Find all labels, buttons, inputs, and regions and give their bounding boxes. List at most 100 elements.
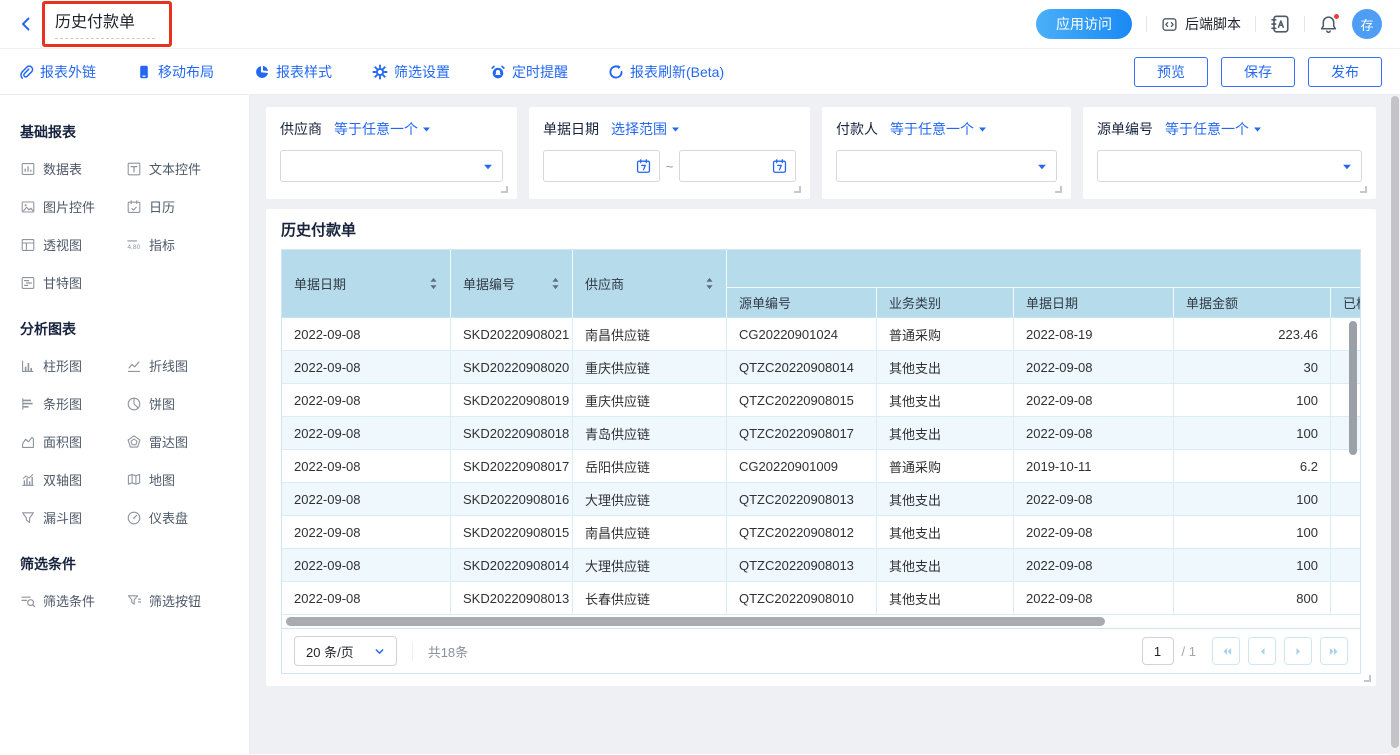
table-row[interactable]: 2022-09-08SKD20220908017岳阳供应链CG202209010… — [282, 450, 1360, 483]
table-row[interactable]: 2022-09-08SKD20220908014大理供应链QTZC2022090… — [282, 549, 1360, 582]
filter-condition-selector[interactable]: 选择范围 — [611, 119, 680, 139]
bar-chart-icon — [20, 396, 36, 412]
table-row[interactable]: 2022-09-08SKD20220908018青岛供应链QTZC2022090… — [282, 417, 1360, 450]
resize-handle[interactable] — [1360, 186, 1367, 193]
sidebar-item-bar-chart[interactable]: 条形图 — [20, 394, 126, 413]
table-row[interactable]: 2022-09-08SKD20220908016大理供应链QTZC2022090… — [282, 483, 1360, 516]
pager-next-button[interactable] — [1284, 637, 1312, 665]
image-widget-icon — [20, 199, 36, 215]
sidebar-item-pie-chart[interactable]: 饼图 — [126, 394, 231, 413]
table-cell: 2022-09-08 — [282, 483, 451, 516]
backend-script-button[interactable]: 后端脚本 — [1161, 14, 1241, 34]
sidebar-item-dual-axis-chart[interactable]: 双轴图 — [20, 470, 126, 489]
sidebar-item-line-chart[interactable]: 折线图 — [126, 356, 231, 375]
table-cell — [1331, 483, 1360, 516]
column-header[interactable]: 单据日期 — [282, 250, 451, 318]
table-horizontal-scrollbar[interactable] — [282, 615, 1360, 628]
caret-down-icon — [671, 125, 680, 134]
save-button[interactable]: 保存 — [1221, 57, 1295, 87]
column-subheader[interactable]: 单据日期 — [1014, 288, 1174, 318]
page-size-select[interactable]: 20 条/页 — [294, 636, 397, 666]
sidebar-item-funnel-chart[interactable]: 漏斗图 — [20, 508, 126, 527]
pager-prev-button[interactable] — [1248, 637, 1276, 665]
sidebar-item-filter-condition[interactable]: 筛选条件 — [20, 591, 126, 610]
pager-last-button[interactable] — [1320, 637, 1348, 665]
report-table-widget[interactable]: 历史付款单 单据日期单据编号供应商 源单编号业务类别单据日期单据金额已核销金额 … — [266, 209, 1376, 686]
sidebar-item-radar-chart[interactable]: 雷达图 — [126, 432, 231, 451]
page-scrollbar-thumb[interactable] — [1391, 96, 1399, 748]
data-table-icon — [20, 161, 36, 177]
column-subheader[interactable]: 已核销金额 — [1331, 288, 1360, 318]
sidebar-item-filter-button[interactable]: 筛选按钮 — [126, 591, 231, 610]
toolbar-action-buttons: 预览保存发布 — [1134, 57, 1382, 87]
publish-button[interactable]: 发布 — [1308, 57, 1382, 87]
line-chart-icon — [126, 358, 142, 374]
sidebar-item-column-chart[interactable]: 柱形图 — [20, 356, 126, 375]
sidebar-item-area-chart[interactable]: 面积图 — [20, 432, 126, 451]
filter-widget-payer[interactable]: 付款人等于任意一个 — [822, 107, 1071, 199]
table-row[interactable]: 2022-09-08SKD20220908015南昌供应链QTZC2022090… — [282, 516, 1360, 549]
table-vertical-scrollbar[interactable] — [1349, 321, 1357, 455]
sidebar-item-gantt[interactable]: 甘特图 — [20, 273, 126, 292]
filter-widget-source-no[interactable]: 源单编号等于任意一个 — [1083, 107, 1376, 199]
sidebar-item-gauge[interactable]: 仪表盘 — [126, 508, 231, 527]
toolbar-item-filter-settings[interactable]: 筛选设置 — [372, 62, 450, 82]
page-number-input[interactable] — [1142, 637, 1174, 665]
report-title-input[interactable]: 历史付款单 — [55, 8, 155, 39]
report-canvas: 供应商等于任意一个单据日期选择范围~付款人等于任意一个源单编号等于任意一个 历史… — [250, 95, 1400, 754]
code-icon — [1161, 16, 1178, 33]
table-cell: 其他支出 — [877, 516, 1014, 549]
user-avatar[interactable]: 存 — [1352, 9, 1382, 39]
table-cell: 重庆供应链 — [573, 351, 727, 384]
column-subheader[interactable]: 单据金额 — [1174, 288, 1331, 318]
sidebar-item-indicator[interactable]: 4,80指标 — [126, 235, 231, 254]
filter-widget-doc-date[interactable]: 单据日期选择范围~ — [529, 107, 810, 199]
filter-widget-supplier[interactable]: 供应商等于任意一个 — [266, 107, 517, 199]
filter-condition-selector[interactable]: 等于任意一个 — [334, 119, 431, 139]
column-subheader[interactable]: 源单编号 — [727, 288, 877, 318]
filter-select-input[interactable] — [1097, 150, 1362, 182]
contacts-icon[interactable] — [1270, 14, 1290, 34]
table-row[interactable]: 2022-09-08SKD20220908019重庆供应链QTZC2022090… — [282, 384, 1360, 417]
resize-handle[interactable] — [1055, 186, 1062, 193]
column-header[interactable]: 单据编号 — [451, 250, 573, 318]
sidebar-item-map[interactable]: 地图 — [126, 470, 231, 489]
filter-select-input[interactable] — [280, 150, 503, 182]
page-size-value: 20 条/页 — [306, 642, 354, 661]
sidebar-item-label: 筛选条件 — [43, 591, 95, 610]
app-access-button[interactable]: 应用访问 — [1036, 9, 1132, 39]
sidebar-item-pivot-table[interactable]: 透视图 — [20, 235, 126, 254]
resize-handle[interactable] — [1364, 675, 1371, 682]
resize-handle[interactable] — [501, 186, 508, 193]
sidebar-item-calendar[interactable]: 日历 — [126, 197, 231, 216]
pager-first-button[interactable] — [1212, 637, 1240, 665]
toolbar-item-report-refresh[interactable]: 报表刷新(Beta) — [608, 62, 724, 82]
column-header[interactable]: 供应商 — [573, 250, 727, 318]
resize-handle[interactable] — [794, 186, 801, 193]
toolbar-item-label: 报表样式 — [276, 62, 332, 82]
table-row[interactable]: 2022-09-08SKD20220908013长春供应链QTZC2022090… — [282, 582, 1360, 615]
preview-button[interactable]: 预览 — [1134, 57, 1208, 87]
filter-condition-selector[interactable]: 等于任意一个 — [1165, 119, 1262, 139]
toolbar-item-mobile-layout[interactable]: 移动布局 — [136, 62, 214, 82]
caret-down-icon — [422, 125, 431, 134]
toolbar-item-report-style[interactable]: 报表样式 — [254, 62, 332, 82]
date-range-end-input[interactable] — [679, 150, 796, 182]
column-subheader[interactable]: 业务类别 — [877, 288, 1014, 318]
sidebar-item-text-widget[interactable]: 文本控件 — [126, 159, 231, 178]
filter-select-input[interactable] — [836, 150, 1057, 182]
table-row[interactable]: 2022-09-08SKD20220908021南昌供应链CG202209010… — [282, 318, 1360, 351]
notifications-button[interactable] — [1319, 15, 1338, 34]
filter-condition-selector[interactable]: 等于任意一个 — [890, 119, 987, 139]
date-range-start-input[interactable] — [543, 150, 660, 182]
back-icon[interactable] — [18, 16, 34, 32]
horizontal-scrollbar-thumb[interactable] — [286, 617, 1105, 626]
sidebar-section-title: 分析图表 — [20, 319, 231, 339]
table-row[interactable]: 2022-09-08SKD20220908020重庆供应链QTZC2022090… — [282, 351, 1360, 384]
toolbar-item-timed-reminder[interactable]: 定时提醒 — [490, 62, 568, 82]
page-scrollbar[interactable] — [1390, 96, 1400, 755]
sidebar-item-data-table[interactable]: 数据表 — [20, 159, 126, 178]
toolbar-item-report-link[interactable]: 报表外链 — [18, 62, 96, 82]
report-toolbar: 报表外链 移动布局 报表样式 筛选设置 定时提醒 报表刷新(Beta) 预览保存发布 — [0, 48, 1400, 95]
sidebar-item-image-widget[interactable]: 图片控件 — [20, 197, 126, 216]
